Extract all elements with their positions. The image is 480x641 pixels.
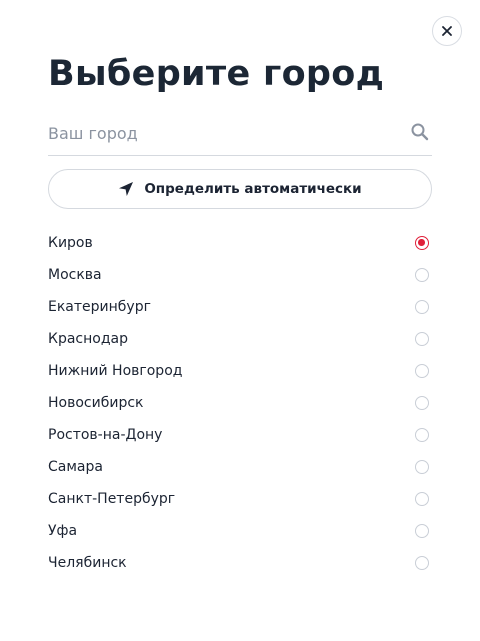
close-button[interactable] <box>432 16 462 46</box>
city-item-yekaterinburg[interactable]: Екатеринбург <box>48 291 432 323</box>
search-input[interactable] <box>48 116 398 150</box>
radio-icon[interactable] <box>415 428 429 442</box>
city-label: Санкт-Петербург <box>48 491 176 507</box>
search-field <box>48 116 432 156</box>
city-label: Москва <box>48 267 102 283</box>
radio-selected-icon[interactable] <box>415 236 429 250</box>
dialog-title: Выберите город <box>48 54 385 94</box>
auto-detect-label: Определить автоматически <box>144 181 362 197</box>
city-label: Екатеринбург <box>48 299 151 315</box>
close-icon <box>442 26 452 36</box>
radio-icon[interactable] <box>415 300 429 314</box>
radio-icon[interactable] <box>415 332 429 346</box>
navigation-arrow-icon <box>119 182 134 196</box>
city-label: Челябинск <box>48 555 127 571</box>
auto-detect-button[interactable]: Определить автоматически <box>48 169 432 209</box>
search-icon[interactable] <box>410 122 430 142</box>
city-item-krasnodar[interactable]: Краснодар <box>48 323 432 355</box>
city-list: Киров Москва Екатеринбург Краснодар Нижн… <box>48 227 432 579</box>
city-item-rostov-on-don[interactable]: Ростов-на-Дону <box>48 419 432 451</box>
city-label: Уфа <box>48 523 78 539</box>
city-label: Ростов-на-Дону <box>48 427 163 443</box>
city-item-nizhny-novgorod[interactable]: Нижний Новгород <box>48 355 432 387</box>
city-item-saint-petersburg[interactable]: Санкт-Петербург <box>48 483 432 515</box>
radio-icon[interactable] <box>415 492 429 506</box>
radio-icon[interactable] <box>415 268 429 282</box>
city-item-kirov[interactable]: Киров <box>48 227 432 259</box>
city-item-chelyabinsk[interactable]: Челябинск <box>48 547 432 579</box>
city-label: Новосибирск <box>48 395 144 411</box>
city-label: Краснодар <box>48 331 128 347</box>
radio-icon[interactable] <box>415 524 429 538</box>
city-item-samara[interactable]: Самара <box>48 451 432 483</box>
city-item-moscow[interactable]: Москва <box>48 259 432 291</box>
city-label: Нижний Новгород <box>48 363 183 379</box>
city-item-novosibirsk[interactable]: Новосибирск <box>48 387 432 419</box>
radio-icon[interactable] <box>415 460 429 474</box>
city-label: Киров <box>48 235 93 251</box>
city-select-dialog: Выберите город Определить автоматически … <box>0 0 480 641</box>
radio-icon[interactable] <box>415 556 429 570</box>
city-label: Самара <box>48 459 103 475</box>
radio-icon[interactable] <box>415 364 429 378</box>
radio-icon[interactable] <box>415 396 429 410</box>
city-item-ufa[interactable]: Уфа <box>48 515 432 547</box>
